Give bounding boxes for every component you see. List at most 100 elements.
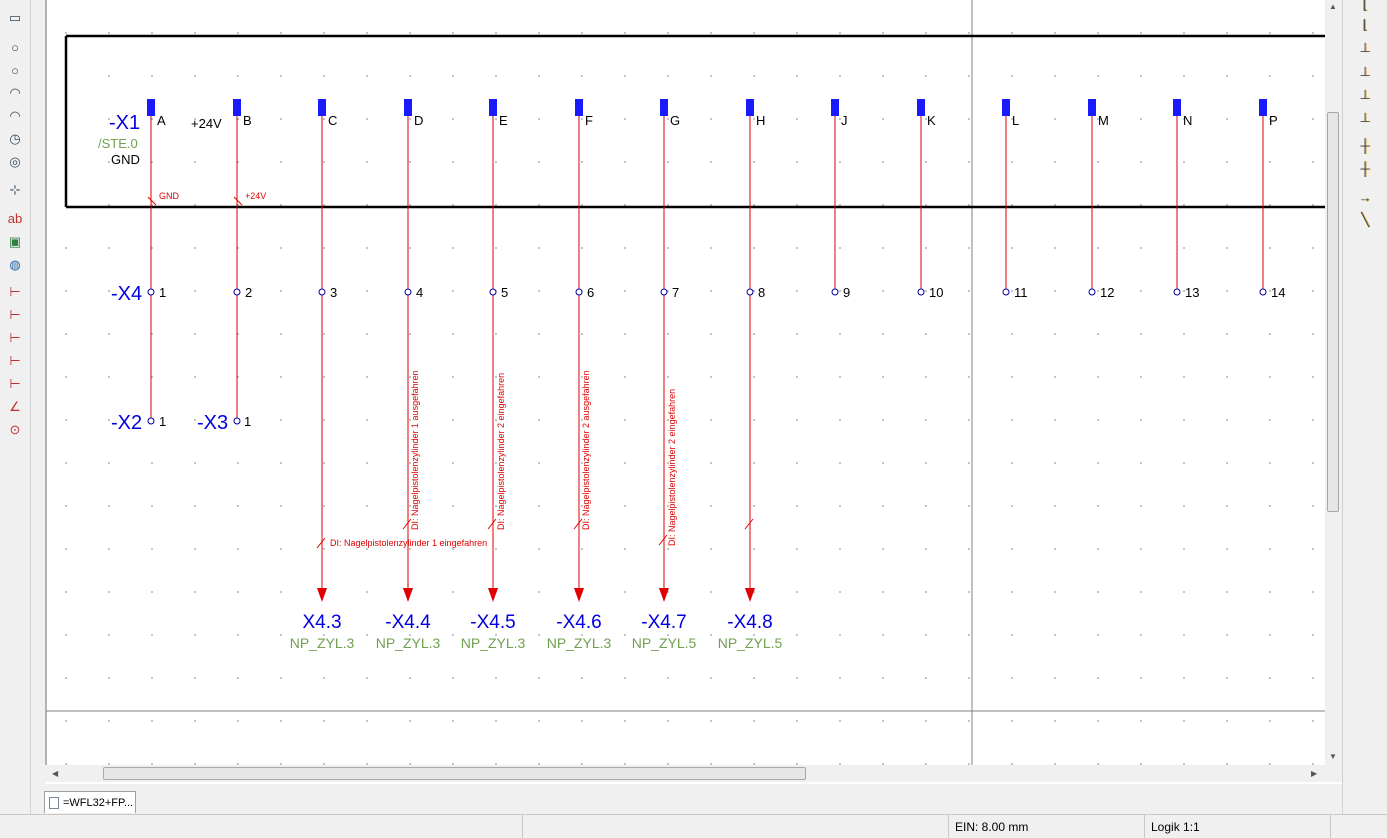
target-ref--X4.8: -X4.8 [727,612,772,633]
status-logik: Logik 1:1 [1144,815,1330,838]
tee-icon[interactable]: ⊥ [1353,84,1377,106]
target-ref--X4.6: -X4.6 [556,612,601,633]
horizontal-scroll-thumb[interactable] [103,767,806,780]
status-bar: EIN: 8.00 mm Logik 1:1 [0,814,1387,838]
tee-icon[interactable]: ⊥ [1353,61,1377,83]
pin-block-G [660,99,668,116]
target-location: NP_ZYL.5 [632,635,697,651]
pin-block-J [831,99,839,116]
pin-label-K: K [927,113,936,128]
potential-gnd: GND [159,191,180,201]
signal-label-4: DI: Nagelpistolenzylinder 2 ausgefahren [581,370,591,530]
target-location: NP_ZYL.3 [547,635,612,651]
circle-icon[interactable]: ○ [3,36,27,58]
scroll-up-icon[interactable]: ▲ [1329,2,1337,11]
canvas-margin [31,0,45,784]
status-ein: EIN: 8.00 mm [948,815,1144,838]
pin-label-A: A [157,113,166,128]
pin-label-E: E [499,113,508,128]
pin-block-K [917,99,925,116]
pin-label-J: J [841,113,848,128]
target-location: NP_ZYL.3 [290,635,355,651]
diagonal-icon[interactable]: ╲ [1353,209,1377,231]
text-icon[interactable]: ab [3,207,27,229]
clock-icon[interactable]: ◷ [3,128,27,150]
globe-icon[interactable]: ◍ [3,254,27,276]
connector-terminal-B [233,417,241,425]
schematic-canvas[interactable]: -X1 /STE.0 GND +24V GND +24V -X4 -X2 1 -… [45,0,1325,765]
terminal-label-9: 9 [843,285,850,300]
angle-icon[interactable]: ∠ [3,396,27,418]
pin-block-A [147,99,155,116]
pin-label-L: L [1012,113,1019,128]
ellipse-icon[interactable]: ◎ [3,151,27,173]
terminal-label-2: 2 [245,285,252,300]
signal-label-3: DI: Nagelpistolenzylinder 2 eingefahren [496,373,506,530]
connector-x2-terminal: 1 [159,414,166,429]
vertical-scroll-thumb[interactable] [1327,112,1339,512]
terminal-label-8: 8 [758,285,765,300]
pin-block-M [1088,99,1096,116]
tee-icon[interactable]: ⊥ [1353,107,1377,129]
pin-label-M: M [1098,113,1109,128]
terminal-label-5: 5 [501,285,508,300]
tee-icon[interactable]: ⊥ [1353,37,1377,59]
pin-block-P [1259,99,1267,116]
radius-icon[interactable]: ⊙ [3,419,27,441]
document-tab[interactable]: =WFL32+FP... [44,791,136,813]
dimension-icon[interactable]: ⊢ [3,327,27,349]
terminal-9 [831,288,839,296]
terminal-11 [1002,288,1010,296]
terminal-1 [147,288,155,296]
cross-icon[interactable]: ┼ [1353,134,1377,156]
left-toolbar: ▭ ○ ○ ◠ ◠ ◷ ◎ ⊹ ab ▣ ◍ ⊢ ⊢ ⊢ ⊢ ⊢ ∠ ⊙ [0,0,31,814]
terminal-4 [404,288,412,296]
schematic-svg[interactable]: -X1 /STE.0 GND +24V GND +24V -X4 -X2 1 -… [45,0,1325,765]
arc-icon[interactable]: ◠ [3,105,27,127]
pin-label-N: N [1183,113,1192,128]
terminal-label-13: 13 [1185,285,1199,300]
terminal-12 [1088,288,1096,296]
dimension-icon[interactable]: ⊢ [3,281,27,303]
terminal-strip-ref: -X4 [111,283,142,305]
connector-gnd-label: GND [111,152,140,167]
terminal-label-3: 3 [330,285,337,300]
target-location: NP_ZYL.3 [461,635,526,651]
scroll-down-icon[interactable]: ▼ [1329,752,1337,761]
corner-icon[interactable]: ⌊ [1353,14,1377,36]
pin-block-L [1002,99,1010,116]
target-location: NP_ZYL.5 [718,635,783,651]
rectangle-icon[interactable]: ▭ [3,7,27,29]
dimension-icon[interactable]: ⊢ [3,350,27,372]
terminal-8 [746,288,754,296]
image-icon[interactable]: ▣ [3,231,27,253]
pin-label-H: H [756,113,765,128]
pin-block-H [746,99,754,116]
pin-label-D: D [414,113,423,128]
terminal-2 [233,288,241,296]
potential-24v: +24V [245,191,266,201]
arc-icon[interactable]: ◠ [3,82,27,104]
pin-block-D [404,99,412,116]
pin-block-F [575,99,583,116]
scroll-right-icon[interactable]: ▶ [1311,769,1317,778]
terminal-label-12: 12 [1100,285,1114,300]
connector-terminal-A [147,417,155,425]
dimension-icon[interactable]: ⊢ [3,373,27,395]
pin-block-C [318,99,326,116]
node-icon[interactable]: ⊹ [3,179,27,201]
circle-icon[interactable]: ○ [3,59,27,81]
pin-label-F: F [585,113,593,128]
connector-24v-label: +24V [191,116,222,131]
document-tab-label: =WFL32+FP... [63,796,134,809]
scroll-left-icon[interactable]: ◀ [52,769,58,778]
pin-label-P: P [1269,113,1278,128]
cross-icon[interactable]: ┼ [1353,157,1377,179]
terminal-label-7: 7 [672,285,679,300]
arrow-icon[interactable]: → [1353,186,1377,208]
pin-block-N [1173,99,1181,116]
terminal-label-6: 6 [587,285,594,300]
dimension-icon[interactable]: ⊢ [3,304,27,326]
target-ref--X4.4: -X4.4 [385,612,431,633]
target-ref-X4.3: X4.3 [302,612,341,633]
